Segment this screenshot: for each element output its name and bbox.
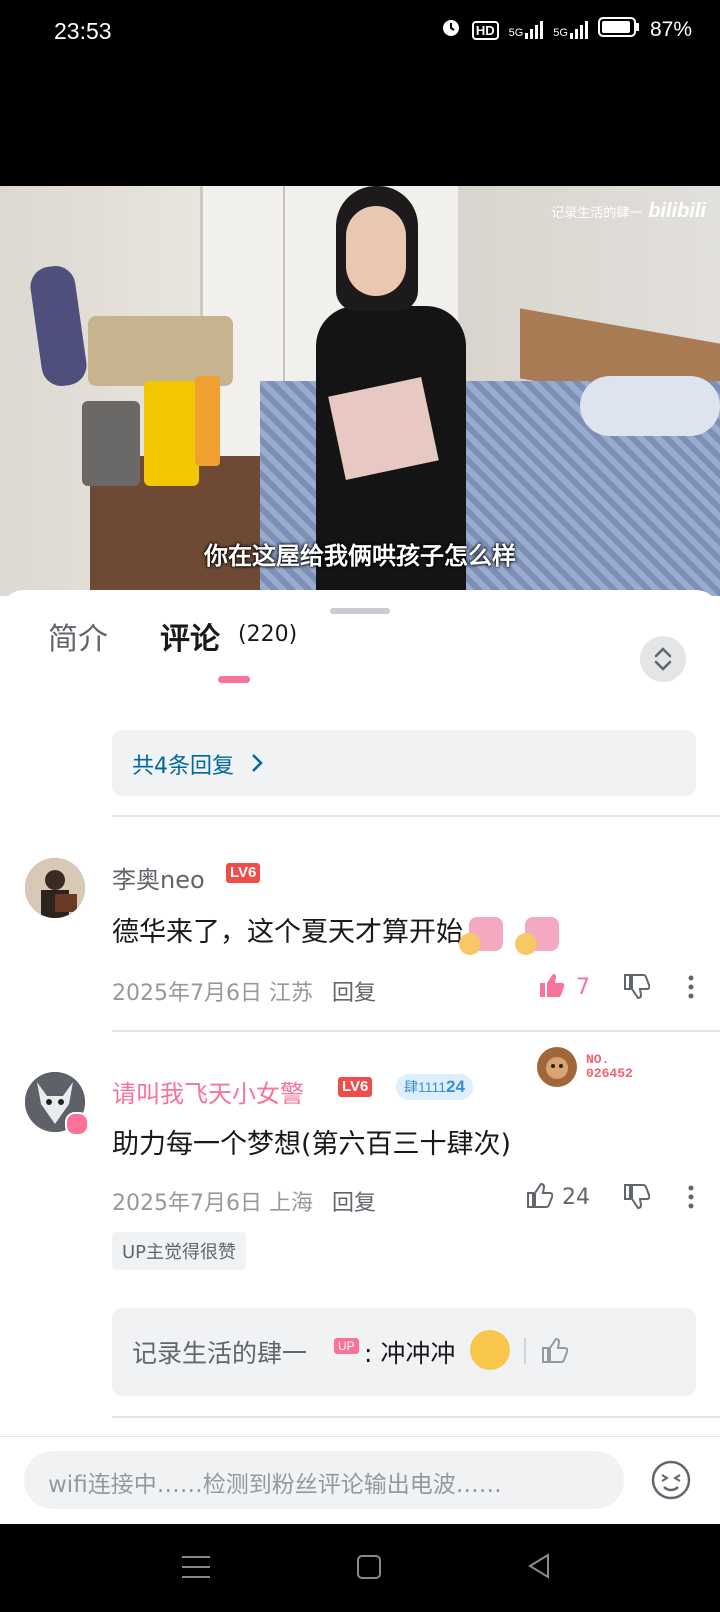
level-badge: LV6: [226, 863, 261, 883]
comment-input-bar: wifi连接中……检测到粉丝评论输出电波……: [0, 1436, 720, 1525]
comment-meta: 2025年7月6日 江苏: [112, 981, 313, 1006]
up-liked-tag: UP主觉得很赞: [112, 1232, 247, 1270]
like-count: 24: [562, 1185, 590, 1210]
decoration-card: NO. 026452: [534, 1044, 633, 1090]
battery-icon: [597, 16, 640, 44]
back-icon[interactable]: [526, 1552, 552, 1584]
comment-username[interactable]: 请叫我飞天小女警: [112, 1074, 304, 1109]
like-count: 7: [576, 975, 590, 1000]
dislike-icon[interactable]: [621, 1182, 651, 1212]
separator: [524, 1338, 526, 1364]
more-icon[interactable]: [676, 972, 706, 1002]
status-bar: 23:53 HD 5G 5G 87%: [0, 0, 720, 66]
chevron-up-down-icon: [654, 647, 672, 671]
emoji-icon[interactable]: [650, 1459, 692, 1505]
more-icon[interactable]: [676, 1182, 706, 1212]
status-time: 23:53: [54, 18, 112, 44]
view-replies-button[interactable]: 共4条回复: [112, 730, 696, 796]
chevron-right-icon: [252, 754, 263, 772]
dislike-icon[interactable]: [621, 972, 651, 1002]
like-icon[interactable]: [536, 970, 566, 1000]
divider: [112, 1416, 720, 1418]
vip-badge-icon: [65, 1112, 89, 1136]
battery-percent: 87%: [649, 18, 692, 41]
video-subtitle: 你在这屋给我俩哄孩子怎么样: [204, 542, 516, 570]
alarm-icon: [440, 16, 462, 44]
like-icon[interactable]: [524, 1180, 554, 1210]
comments-count: (220): [238, 622, 298, 647]
comment-meta: 2025年7月6日 上海: [112, 1191, 313, 1216]
emoji-sticker: [515, 916, 559, 955]
emoji-sticker: [470, 1330, 510, 1370]
level-badge: LV6: [338, 1077, 373, 1097]
system-nav-bar: [0, 1524, 720, 1612]
signal-icon-2: 5G: [553, 21, 588, 39]
home-icon[interactable]: [356, 1554, 382, 1584]
tab-comments[interactable]: 评论: [160, 614, 220, 658]
hd-icon: HD: [471, 20, 499, 40]
comment-username[interactable]: 李奥neo: [112, 860, 205, 895]
comment-text: 德华来了，这个夏天才算开始: [112, 910, 559, 955]
comment-input[interactable]: wifi连接中……检测到粉丝评论输出电波……: [24, 1451, 624, 1509]
yoga-mat: [27, 263, 90, 389]
video-player[interactable]: 记录生活的肆一 bilibili 你在这屋给我俩哄孩子怎么样: [0, 186, 720, 596]
like-icon[interactable]: [540, 1336, 569, 1368]
up-reply-name[interactable]: 记录生活的肆一: [132, 1334, 307, 1370]
tab-bar: 简介 评论 (220): [0, 614, 720, 683]
pillow: [580, 376, 720, 436]
signal-icon-1: 5G: [509, 21, 544, 39]
person: [316, 186, 466, 596]
video-letterbox: [0, 66, 720, 186]
up-reply-box[interactable]: 记录生活的肆一 UP : 冲冲冲: [112, 1308, 696, 1396]
avatar[interactable]: [25, 858, 85, 918]
tab-intro[interactable]: 简介: [48, 614, 108, 658]
menu-icon[interactable]: [182, 1554, 210, 1584]
status-icons: HD 5G 5G 87%: [440, 16, 692, 44]
video-watermark: 记录生活的肆一 bilibili: [551, 200, 706, 222]
fan-medal-badge[interactable]: 肆111124: [396, 1074, 473, 1100]
comment-text: 助力每一个梦想(第六百三十肆次): [112, 1129, 512, 1160]
suitcase-gray: [82, 401, 140, 486]
tab-indicator: [218, 676, 250, 683]
divider: [112, 1030, 720, 1032]
up-badge: UP: [334, 1338, 359, 1354]
view-replies-label: 共4条回复: [132, 754, 234, 779]
expand-button[interactable]: [640, 636, 686, 682]
up-reply-text: : 冲冲冲: [364, 1339, 456, 1368]
monkey-king-icon: [537, 1047, 577, 1087]
divider: [112, 815, 720, 817]
suitcase-yellow: [144, 381, 199, 486]
suitcase-orange: [195, 376, 220, 466]
emoji-sticker: [459, 916, 503, 955]
reply-button[interactable]: 回复: [332, 1185, 376, 1217]
input-placeholder: wifi连接中……检测到粉丝评论输出电波……: [48, 1472, 502, 1498]
reply-button[interactable]: 回复: [332, 975, 376, 1007]
